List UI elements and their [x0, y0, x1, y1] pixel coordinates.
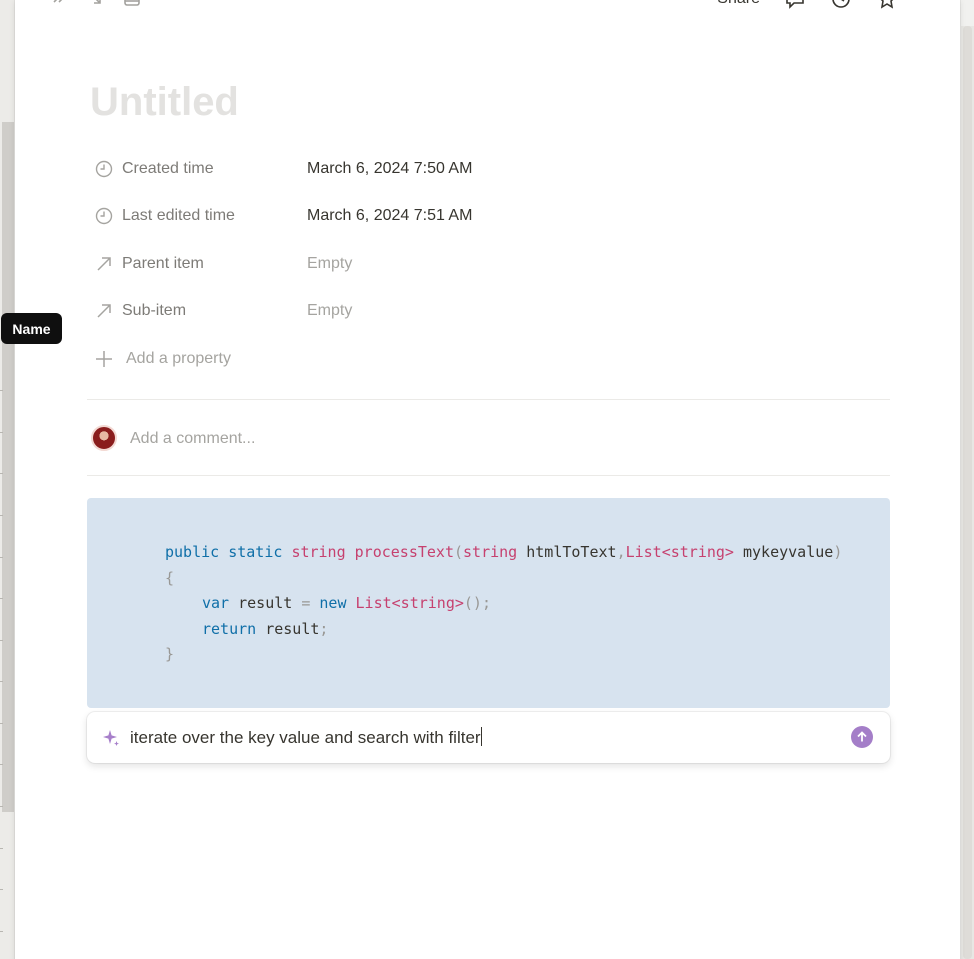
- code-keyword: new: [319, 594, 347, 612]
- divider: [87, 475, 890, 476]
- code-punct: ,: [616, 543, 626, 561]
- property-last-edited-time[interactable]: Last edited time March 6, 2024 7:51 AM: [94, 201, 472, 231]
- code-identifier: htmlToText: [526, 543, 617, 561]
- property-value-empty[interactable]: Empty: [307, 255, 352, 273]
- peek-topbar-left: [51, 0, 141, 8]
- tooltip: Name: [1, 313, 62, 344]
- updates-icon[interactable]: [830, 0, 852, 10]
- send-button[interactable]: [851, 726, 873, 748]
- expand-icon[interactable]: [51, 0, 69, 8]
- page-title[interactable]: Untitled: [90, 78, 239, 126]
- sidebar-tick: [0, 848, 3, 849]
- code-block[interactable]: public static string processText(string …: [87, 498, 890, 708]
- comments-icon[interactable]: [784, 0, 806, 10]
- sidebar-tick: [0, 390, 3, 391]
- divider: [87, 399, 890, 400]
- comment-input[interactable]: Add a comment...: [130, 430, 255, 448]
- sidebar-scroll-region: [2, 122, 14, 812]
- property-label: Created time: [122, 160, 214, 177]
- sidebar-tick: [0, 557, 3, 558]
- relation-arrow-icon: [94, 301, 114, 321]
- code-type: List<string>: [625, 543, 734, 561]
- ai-prompt-input[interactable]: iterate over the key value and search wi…: [130, 727, 482, 748]
- sidebar-tick: [0, 723, 3, 724]
- sidebar-tick: [0, 473, 3, 474]
- property-value: March 6, 2024 7:50 AM: [307, 160, 473, 177]
- avatar: [91, 425, 117, 451]
- sidebar-edge: [0, 0, 16, 959]
- background-scrollbar-track: [961, 26, 974, 959]
- code-identifier: result: [265, 620, 320, 638]
- ai-sparkle-icon: [103, 730, 119, 746]
- code-type: string: [463, 543, 518, 561]
- peek-topbar-right: Share: [717, 0, 898, 10]
- code-function-name: processText: [354, 543, 454, 561]
- code-punct: ;: [319, 620, 329, 638]
- property-value-empty[interactable]: Empty: [307, 302, 352, 320]
- code-keyword: var: [202, 594, 230, 612]
- sidebar-tick: [0, 806, 3, 807]
- code-line: return result;: [202, 619, 328, 639]
- property-label: Last edited time: [122, 207, 235, 224]
- clock-icon: [94, 159, 114, 179]
- page-peek-panel: Share: [15, 0, 960, 959]
- code-line: var result = new List<string>();: [202, 593, 491, 613]
- add-property-button[interactable]: Add a property: [94, 344, 231, 374]
- add-property-label: Add a property: [126, 350, 231, 367]
- code-keyword: return: [202, 620, 257, 638]
- sidebar-tick: [0, 889, 3, 890]
- property-sub-item[interactable]: Sub-item Empty: [94, 296, 352, 326]
- code-punct: ): [833, 543, 843, 561]
- code-punct: =: [301, 594, 311, 612]
- arrow-up-icon: [857, 731, 867, 742]
- code-type: List<string>: [355, 594, 464, 612]
- relation-arrow-icon: [94, 254, 114, 274]
- property-value: March 6, 2024 7:51 AM: [307, 207, 473, 224]
- code-line: public static string processText(string …: [165, 542, 842, 562]
- code-keyword: public: [165, 543, 220, 561]
- open-full-page-icon[interactable]: [123, 0, 141, 8]
- code-identifier: result: [238, 594, 293, 612]
- property-created-time[interactable]: Created time March 6, 2024 7:50 AM: [94, 154, 472, 184]
- ai-prompt-text: iterate over the key value and search wi…: [130, 728, 481, 747]
- open-side-icon[interactable]: [87, 0, 105, 8]
- code-line: }: [165, 645, 175, 663]
- property-label: Sub-item: [122, 302, 187, 319]
- sidebar-tick: [0, 432, 3, 433]
- property-label: Parent item: [122, 255, 204, 272]
- text-caret: [480, 727, 482, 746]
- code-punct: (: [454, 543, 464, 561]
- code-line: {: [165, 569, 175, 587]
- sidebar-tick: [0, 931, 3, 932]
- sidebar-tick: [0, 598, 3, 599]
- clock-icon: [94, 206, 114, 226]
- code-punct: ();: [463, 594, 491, 612]
- code-type: string: [291, 543, 346, 561]
- share-button[interactable]: Share: [717, 0, 760, 8]
- sidebar-tick: [0, 640, 3, 641]
- code-identifier: mykeyvalue: [743, 543, 834, 561]
- property-parent-item[interactable]: Parent item Empty: [94, 249, 352, 279]
- favorite-icon[interactable]: [876, 0, 898, 10]
- sidebar-tick: [0, 515, 3, 516]
- code-keyword: static: [228, 543, 283, 561]
- background-scrollbar-thumb[interactable]: [963, 26, 972, 959]
- ai-prompt-bar[interactable]: iterate over the key value and search wi…: [87, 712, 890, 763]
- sidebar-tick: [0, 681, 3, 682]
- sidebar-tick: [0, 764, 3, 765]
- plus-icon: [94, 349, 114, 369]
